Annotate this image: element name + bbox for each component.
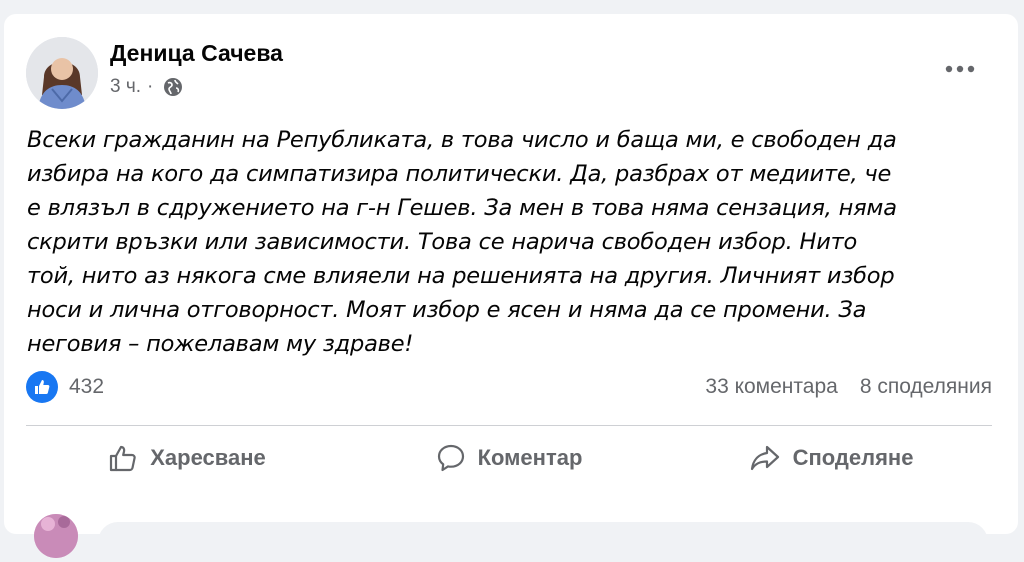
post-text-line: неговия – пожелавам му здраве! [27,331,414,357]
comments-count[interactable]: 33 коментара [705,375,837,399]
post-stats: 432 33 коментара 8 споделяния [26,370,992,404]
more-options-icon [945,65,975,73]
post-text-line: избира на кого да симпатизира политическ… [27,161,892,187]
comment-label: Коментар [477,445,583,470]
post-text-line: скрити връзки или зависимости. Това се н… [27,229,858,255]
thumbs-up-icon [110,445,136,472]
share-label: Споделяне [792,445,914,470]
meta-separator: · [147,76,154,97]
comment-input[interactable] [98,522,988,562]
like-reaction-icon [26,371,58,403]
comment-composer [26,500,992,562]
more-options-button[interactable] [938,54,982,84]
likes-count: 432 [69,375,105,398]
engagement-counts: 33 коментара 8 споделяния [705,370,992,404]
post-text-line: е влязъл в сдружението на г-н Гешев. За … [27,195,897,221]
author-name[interactable]: Деница Сачева [110,40,283,67]
post-text: Всеки гражданин на Републиката, в това ч… [27,123,987,361]
comment-button[interactable]: Коментар [348,434,670,482]
globe-icon[interactable] [163,77,183,97]
like-label: Харесване [150,445,266,470]
post-card: Деница Сачева 3 ч. · Всеки гражданин на … [4,14,1018,562]
share-icon [750,445,779,471]
divider [26,425,992,426]
post-actions: Харесване Коментар Споделяне [26,434,992,482]
post-text-line: Всеки гражданин на Републиката, в това ч… [27,127,897,153]
comment-icon [437,444,464,472]
like-button[interactable]: Харесване [26,434,348,482]
post-text-line: носи и лична отговорност. Моят избор е я… [27,297,867,323]
post-time[interactable]: 3 ч. [110,76,141,98]
reactions-summary[interactable]: 432 [26,370,104,404]
share-button[interactable]: Споделяне [670,434,992,482]
post-text-line: той, нито аз някога сме влияели на решен… [27,263,895,289]
post-meta: 3 ч. · [110,76,183,98]
author-avatar[interactable] [26,37,98,109]
current-user-avatar[interactable] [34,514,78,558]
shares-count[interactable]: 8 споделяния [860,375,992,399]
